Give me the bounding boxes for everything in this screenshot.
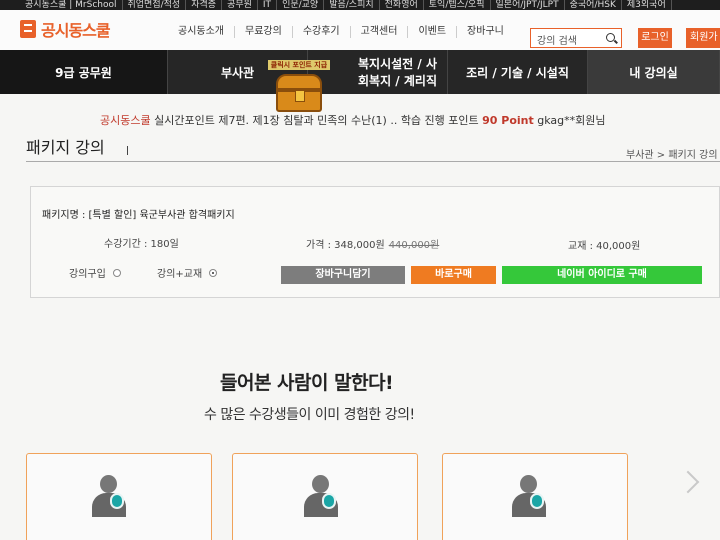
top-category-bar: 공시동스쿨 | MrSchool 취업면접/적성 자격증 공무원 IT 인문/교양 발음/스…	[0, 0, 720, 10]
top-category-item[interactable]: 자격증	[186, 0, 223, 10]
main-nav-item-cooking[interactable]: 조리 / 기술 / 시설직	[448, 50, 588, 94]
add-to-cart-button[interactable]: 장바구니담기	[281, 266, 405, 284]
testimonials-title: 들어본 사람이 말한다!	[220, 372, 394, 394]
package-period: 수강기간 : 180일	[104, 239, 179, 250]
ticker-text-1: 실시간포인트 제7편. 제1장	[150, 114, 284, 127]
package-price: 가격 : 348,000원 440,000원	[306, 236, 439, 251]
option-lecture-only[interactable]: 강의구입	[69, 265, 121, 280]
naver-buy-button[interactable]: 네이버 아이디로 구매	[502, 266, 702, 284]
top-category-item[interactable]: 공무원	[222, 0, 258, 10]
site-logo[interactable]: 공시동스쿨	[20, 17, 111, 41]
site-header: 공시동스쿨 공시동소개 무료강의 수강후기 고객센터 이벤트 장바구니 강의 검…	[0, 10, 720, 63]
top-category-item[interactable]: 일본어/JPT/JLPT	[491, 0, 565, 10]
ticker-text-2: 침탈과 민족의 수난(1) .. 학습 진행 포인트	[283, 114, 483, 127]
top-category-item[interactable]: 토익/텝스/오픽	[424, 0, 491, 10]
title-divider	[127, 146, 128, 155]
option-label: 강의구입	[69, 269, 106, 280]
ticker-points: 90 Point	[482, 114, 534, 127]
chevron-right-icon[interactable]	[676, 470, 700, 494]
package-name: 패키지명 : [특별 할인] 육군부사관 합격패키지	[42, 210, 235, 221]
price-current: 가격 : 348,000원	[306, 240, 385, 251]
treasure-label: 클릭시 포인트 지급	[268, 60, 330, 70]
search-placeholder: 강의 검색	[537, 36, 577, 47]
point-ticker: 공시동스쿨 실시간포인트 제7편. 제1장 침탈과 민족의 수난(1) .. 학…	[100, 112, 606, 128]
top-category-item[interactable]: IT	[258, 0, 278, 10]
speaker-avatar-icon	[512, 475, 548, 521]
title-underline	[26, 161, 720, 162]
speaker-avatar-icon	[304, 475, 340, 521]
nav-link-reviews[interactable]: 수강후기	[293, 26, 351, 38]
option-radio[interactable]	[209, 268, 218, 277]
main-nav-item-my-classroom[interactable]: 내 강의실	[588, 50, 720, 94]
top-category-item[interactable]: 공시동스쿨 | MrSchool	[20, 0, 123, 10]
logo-text: 공시동스쿨	[41, 21, 111, 40]
nav-link-cart[interactable]: 장바구니	[457, 26, 514, 38]
nav-link-events[interactable]: 이벤트	[408, 26, 458, 38]
ticker-user: gkag**회원님	[533, 114, 606, 127]
nav-link-free-lectures[interactable]: 무료강의	[235, 26, 293, 38]
price-original: 440,000원	[388, 240, 440, 251]
testimonials-subtitle: 수 많은 수강생들이 이미 경험한 강의!	[204, 407, 415, 423]
login-button[interactable]: 로그인	[638, 28, 672, 48]
ticker-brand: 공시동스쿨	[100, 114, 151, 127]
logo-icon	[20, 20, 36, 38]
join-button[interactable]: 회원가입	[686, 28, 720, 63]
package-book-price: 교재 : 40,000원	[568, 241, 641, 252]
buy-now-button[interactable]: 바로구매	[411, 266, 496, 284]
nav-link-support[interactable]: 고객센터	[351, 26, 409, 38]
header-nav: 공시동소개 무료강의 수강후기 고객센터 이벤트 장바구니	[168, 26, 514, 38]
option-label: 강의+교재	[157, 269, 203, 280]
option-radio[interactable]	[112, 268, 121, 277]
page-title: 패키지 강의	[26, 138, 105, 157]
search-input[interactable]: 강의 검색	[530, 28, 622, 48]
top-category-item[interactable]: 취업면접/적성	[123, 0, 187, 10]
top-category-item[interactable]: 인문/교양	[277, 0, 325, 10]
option-lecture-book[interactable]: 강의+교재	[157, 265, 218, 280]
nav-link-about[interactable]: 공시동소개	[168, 26, 235, 38]
top-category-item[interactable]: 제3외국어	[622, 0, 672, 10]
treasure-chest-icon	[276, 74, 322, 112]
top-category-item[interactable]: 중국어/HSK	[565, 0, 622, 10]
main-nav: 9급 공무원 부사관 복지시설전 / 사회복지 / 계리직 조리 / 기술 / …	[0, 50, 720, 94]
main-nav-item-grade9[interactable]: 9급 공무원	[0, 50, 168, 94]
top-category-item[interactable]: 전화영어	[380, 0, 424, 10]
breadcrumb[interactable]: 부사관 > 패키지 강의	[626, 146, 718, 161]
top-category-item[interactable]: 발음/스피치	[324, 0, 380, 10]
speaker-avatar-icon	[92, 475, 128, 521]
search-icon[interactable]	[606, 33, 615, 42]
